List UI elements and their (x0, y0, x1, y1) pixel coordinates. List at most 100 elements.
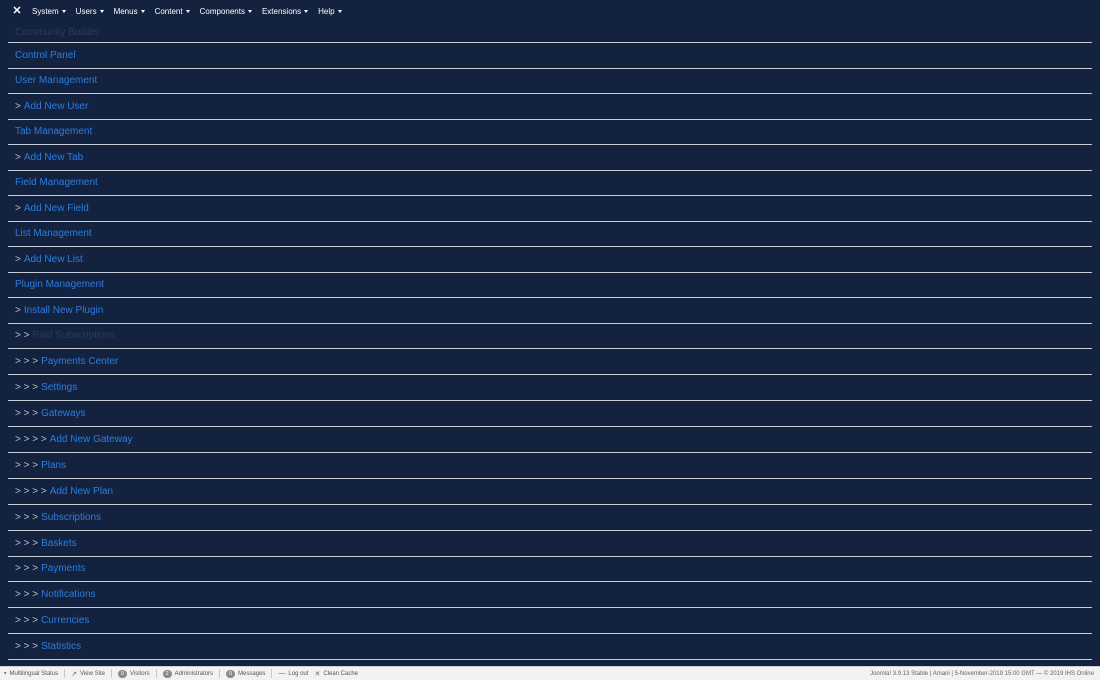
menu-list-item[interactable]: Community Builder (8, 22, 1092, 43)
menu-list-item-label: Add New Field (23, 202, 89, 214)
menu-list-item[interactable]: > > Paid Subscriptions (8, 324, 1092, 350)
menu-list-item[interactable]: > > > Baskets (8, 531, 1092, 557)
caret-down-icon (185, 9, 190, 13)
menu-list-item-label: User Management (15, 75, 98, 87)
divider (219, 669, 220, 678)
menu-list-item[interactable]: > Add New User (8, 94, 1092, 120)
joomla-icon[interactable]: ✕ (10, 4, 24, 18)
menu-label: Menus (113, 6, 138, 16)
menu-list-item[interactable]: Control Panel (8, 43, 1092, 69)
menu-list-item-label: List Management (15, 228, 92, 240)
status-bar: ▪ Multilingual Status ↗ View Site 0 Visi… (0, 666, 1100, 680)
menu-list-item[interactable]: > > > Currencies (8, 608, 1092, 635)
menu-list-item[interactable]: > > > > Add New Plan (8, 479, 1092, 505)
visitors-count-badge: 0 (117, 669, 128, 678)
caret-down-icon (61, 9, 66, 13)
menu-users[interactable]: Users (76, 7, 104, 16)
indent-chevron-icon: > > > (15, 382, 39, 394)
menu-list-item-label: Add New List (23, 253, 83, 265)
indent-chevron-icon: > > > (15, 615, 39, 627)
menu-list-item[interactable]: List Management (8, 222, 1092, 247)
menu-list-item[interactable]: > > > Subscriptions (8, 505, 1092, 531)
administrators-link[interactable]: 2 Administrators (162, 669, 213, 678)
menu-list-item-label: Control Panel (15, 49, 76, 61)
indent-chevron-icon: > > > (15, 356, 39, 368)
indent-chevron-icon: > > > (15, 641, 39, 653)
logout-link[interactable]: — Log out (278, 670, 308, 677)
menu-list-item[interactable]: > Install New Plugin (8, 298, 1092, 324)
menu-list-item[interactable]: > > > Notifications (8, 582, 1092, 609)
menu-list-item-label: Subscriptions (41, 511, 102, 523)
menu-list-item[interactable]: > > > Statistics (8, 634, 1092, 661)
menu-label: System (32, 6, 59, 16)
component-menu-list: Community Builder Control Panel User Manag… (8, 22, 1092, 661)
menu-list-item[interactable]: User Management (8, 69, 1092, 94)
menu-list-item-label: Payments Center (41, 356, 119, 368)
menu-list-item-label: Statistics (41, 641, 82, 653)
divider (155, 669, 157, 678)
indent-chevron-icon: > > > (15, 537, 39, 549)
menu-list-item[interactable]: > > > > Add New Gateway (8, 427, 1092, 453)
menu-list-item[interactable]: Plugin Management (8, 273, 1092, 298)
menu-components[interactable]: Components (200, 7, 252, 16)
menu-label: Help (318, 6, 335, 16)
visitors-label: Visitors (130, 670, 150, 677)
indent-chevron-icon: > > > > (15, 485, 47, 497)
admins-count-badge: 2 (162, 669, 172, 678)
admin-menu-bar: ✕ System Users Menus Content Components Exten… (0, 0, 1100, 22)
menu-list-item[interactable]: Tab Management (8, 120, 1092, 145)
multilingual-status-link[interactable]: ▪ Multilingual Status (4, 670, 58, 677)
comment-icon: ▪ (4, 670, 7, 677)
menu-list-item[interactable]: > Add New Field (8, 196, 1092, 222)
version-label: Joomla! 3.9.13 Stable | Amani | 5-Novemb… (870, 670, 1035, 677)
menu-extensions[interactable]: Extensions (261, 6, 309, 16)
view-site-link[interactable]: ↗ View Site (71, 670, 105, 678)
menu-list-item-label: Paid Subscriptions (32, 330, 116, 342)
menu-list-item-label: Field Management (15, 177, 98, 189)
indent-chevron-icon: > (15, 202, 21, 214)
logout-label: Log out (288, 670, 309, 677)
joomla-icon: ✕ (314, 670, 321, 678)
menu-list-item[interactable]: > > > Payments (8, 557, 1092, 583)
indent-chevron-icon: > > > (15, 589, 39, 601)
menu-list-item[interactable]: > > > Payments Center (8, 349, 1092, 376)
menu-label: Components (199, 6, 245, 16)
caret-down-icon (304, 9, 309, 13)
clean-cache-link[interactable]: ✕ Clean Cache (314, 670, 358, 678)
indent-chevron-icon: > > > (15, 511, 39, 523)
menu-label: Extensions (261, 6, 302, 16)
menu-menus[interactable]: Menus (114, 7, 145, 16)
messages-label: Messages (238, 670, 266, 677)
caret-down-icon (247, 9, 252, 13)
divider (271, 669, 273, 678)
external-link-icon: ↗ (71, 670, 78, 678)
menu-list-item[interactable]: > Add New List (8, 247, 1092, 273)
menu-help[interactable]: Help (318, 6, 342, 16)
menu-list-item-label: Add New User (23, 100, 89, 112)
menu-list-item-label: Baskets (41, 537, 77, 549)
menu-list-item[interactable]: > > > Settings (8, 375, 1092, 402)
indent-chevron-icon: > > > (15, 408, 39, 420)
minus-icon: — (278, 670, 286, 677)
indent-chevron-icon: > > > (15, 563, 39, 575)
clean-cache-label: Clean Cache (323, 670, 359, 677)
menu-list-item-label: Add New Gateway (49, 434, 133, 445)
menu-list-item-label: Tab Management (15, 126, 93, 138)
menu-list-item-label: Add New Tab (23, 151, 84, 163)
menu-system[interactable]: System (32, 7, 66, 16)
menu-list-item-label: Plans (41, 459, 67, 471)
indent-chevron-icon: > (15, 100, 21, 112)
admins-label: Administrators (174, 670, 213, 677)
copyright-label: — © 2019 IHS Online (1036, 670, 1094, 677)
caret-down-icon (99, 9, 104, 13)
menu-list-item[interactable]: > > > Plans (8, 453, 1092, 479)
menu-label: Users (75, 6, 97, 16)
indent-chevron-icon: > (15, 304, 21, 316)
menu-list-item[interactable]: > > > Gateways (8, 401, 1092, 428)
menu-list-item[interactable]: Field Management (8, 171, 1092, 196)
menu-list-item[interactable]: > Add New Tab (8, 145, 1092, 171)
messages-count-badge: 0 (226, 669, 236, 678)
menu-content[interactable]: Content (155, 7, 190, 16)
visitors-link[interactable]: 0 Visitors (117, 669, 150, 678)
messages-link[interactable]: 0 Messages (226, 669, 266, 678)
